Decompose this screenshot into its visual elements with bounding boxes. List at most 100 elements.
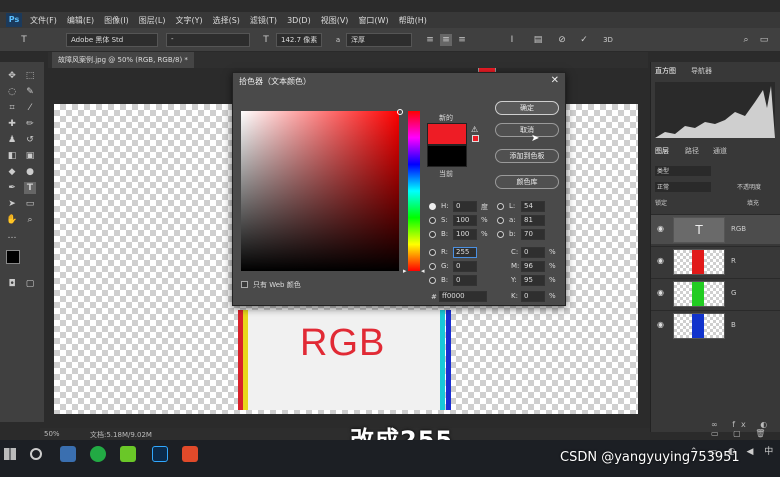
cortana-icon[interactable] (30, 448, 42, 460)
blur-tool-icon[interactable]: ◆ (6, 166, 18, 178)
lab-a-field[interactable]: 81 (521, 215, 545, 226)
gamut-warning-icon[interactable]: ⚠ (471, 125, 478, 134)
type-tool-active-icon[interactable]: T (24, 182, 36, 194)
menu-select[interactable]: 选择(S) (213, 15, 240, 26)
align-center-icon[interactable]: ≡ (440, 34, 452, 46)
blue-field[interactable]: 0 (453, 275, 477, 286)
zoom-tool-icon[interactable]: ⌕ (24, 214, 36, 226)
brightness-radio[interactable] (429, 231, 436, 238)
document-tab[interactable]: 故障风案例.jpg @ 50% (RGB, RGB/8) * (52, 52, 194, 68)
hue-slider[interactable] (408, 111, 420, 271)
lab-b-field[interactable]: 70 (521, 229, 545, 240)
visibility-eye-icon[interactable]: ◉ (657, 257, 665, 265)
tab-navigator[interactable]: 导航器 (691, 66, 712, 76)
quick-select-tool-icon[interactable]: ✎ (24, 86, 36, 98)
foreground-color-swatch[interactable] (6, 250, 20, 264)
more-tools-icon[interactable]: … (6, 230, 18, 242)
magenta-field[interactable]: 96 (521, 261, 545, 272)
green-radio[interactable] (429, 263, 436, 270)
saturation-brightness-field[interactable] (241, 111, 399, 271)
menu-layer[interactable]: 图层(L) (139, 15, 166, 26)
green-field[interactable]: 0 (453, 261, 477, 272)
menu-filter[interactable]: 滤镜(T) (250, 15, 277, 26)
current-color-swatch[interactable] (427, 145, 467, 167)
lab-l-field[interactable]: 54 (521, 201, 545, 212)
hue-slider-right-arrow[interactable]: ◂ (421, 267, 425, 275)
font-family-select[interactable]: Adobe 黑体 Std (66, 33, 158, 47)
tab-paths[interactable]: 路径 (685, 146, 699, 156)
layer-row-rgb[interactable]: ◉ T RGB (651, 214, 780, 244)
saturation-field[interactable]: 100 (453, 215, 477, 226)
saturation-radio[interactable] (429, 217, 436, 224)
close-icon[interactable]: ✕ (551, 75, 559, 86)
hex-field[interactable]: ff0000 (439, 291, 487, 302)
yellow-field[interactable]: 95 (521, 275, 545, 286)
menu-help[interactable]: 帮助(H) (399, 15, 427, 26)
visibility-eye-icon[interactable]: ◉ (657, 225, 665, 233)
layer-kind-filter[interactable]: 类型 (655, 166, 711, 176)
3d-icon[interactable]: 3D (602, 34, 614, 46)
eyedropper-tool-icon[interactable]: ⁄ (24, 102, 36, 114)
photoshop-taskbar-icon[interactable] (152, 446, 168, 462)
type-tool-icon[interactable]: T (18, 34, 30, 46)
crop-tool-icon[interactable]: ⌗ (6, 102, 18, 114)
gradient-tool-icon[interactable]: ▣ (24, 150, 36, 162)
pen-tool-icon[interactable]: ✒ (6, 182, 18, 194)
recorder-icon[interactable] (182, 446, 198, 462)
search-icon[interactable]: ⌕ (740, 34, 752, 46)
red-radio[interactable] (429, 249, 436, 256)
cyan-field[interactable]: 0 (521, 247, 545, 258)
color-libraries-button[interactable]: 颜色库 (495, 175, 559, 189)
wechat-icon[interactable] (90, 446, 106, 462)
hue-slider-left-arrow[interactable]: ▸ (403, 267, 407, 275)
eraser-tool-icon[interactable]: ◧ (6, 150, 18, 162)
brightness-field[interactable]: 100 (453, 229, 477, 240)
cancel-button[interactable]: 取消 (495, 123, 559, 137)
add-to-swatches-button[interactable]: 添加到色板 (495, 149, 559, 163)
lasso-tool-icon[interactable]: ◌ (6, 86, 18, 98)
lab-a-radio[interactable] (497, 217, 504, 224)
warp-text-icon[interactable]: Ⅰ (506, 34, 518, 46)
lab-l-radio[interactable] (497, 203, 504, 210)
path-select-icon[interactable]: ➤ (6, 198, 18, 210)
healing-tool-icon[interactable]: ✚ (6, 118, 18, 130)
hand-tool-icon[interactable]: ✋ (6, 214, 18, 226)
tab-layers[interactable]: 图层 (655, 146, 669, 156)
web-colors-checkbox[interactable] (241, 281, 248, 288)
menu-image[interactable]: 图像(I) (104, 15, 129, 26)
move-tool-icon[interactable]: ✥ (6, 70, 18, 82)
antialias-select[interactable]: 浑厚 (346, 33, 412, 47)
hue-field[interactable]: 0 (453, 201, 477, 212)
screen-mode-icon[interactable]: ▢ (24, 278, 36, 290)
layer-row-g[interactable]: ◉ G (651, 278, 780, 308)
font-style-select[interactable]: - (166, 33, 250, 47)
history-brush-icon[interactable]: ↺ (24, 134, 36, 146)
camtasia-icon[interactable] (120, 446, 136, 462)
black-field[interactable]: 0 (521, 291, 545, 302)
quick-mask-icon[interactable]: ◘ (6, 278, 18, 290)
menu-edit[interactable]: 编辑(E) (67, 15, 94, 26)
font-size-select[interactable]: 142.7 像素 (276, 33, 322, 47)
shape-tool-icon[interactable]: ▭ (24, 198, 36, 210)
marquee-tool-icon[interactable]: ⬚ (24, 70, 36, 82)
zoom-level[interactable]: 50% (44, 430, 60, 438)
layer-row-r[interactable]: ◉ R (651, 246, 780, 276)
tab-histogram[interactable]: 直方图 (655, 66, 676, 76)
tab-channels[interactable]: 通道 (713, 146, 727, 156)
dodge-tool-icon[interactable]: ● (24, 166, 36, 178)
commit-icon[interactable]: ✓ (578, 34, 590, 46)
menu-3d[interactable]: 3D(D) (287, 16, 311, 25)
brush-tool-icon[interactable]: ✏ (24, 118, 36, 130)
character-panel-icon[interactable]: ▤ (532, 34, 544, 46)
windows-start-icon[interactable] (4, 448, 16, 460)
menu-type[interactable]: 文字(Y) (175, 15, 202, 26)
ok-button[interactable]: 确定 (495, 101, 559, 115)
lab-b-radio[interactable] (497, 231, 504, 238)
menu-view[interactable]: 视图(V) (321, 15, 349, 26)
file-explorer-icon[interactable] (60, 446, 76, 462)
visibility-eye-icon[interactable]: ◉ (657, 321, 665, 329)
align-left-icon[interactable]: ≡ (424, 34, 436, 46)
cancel-icon[interactable]: ⊘ (556, 34, 568, 46)
blend-mode-select[interactable]: 正常 (655, 182, 711, 192)
hue-radio[interactable] (429, 203, 436, 210)
